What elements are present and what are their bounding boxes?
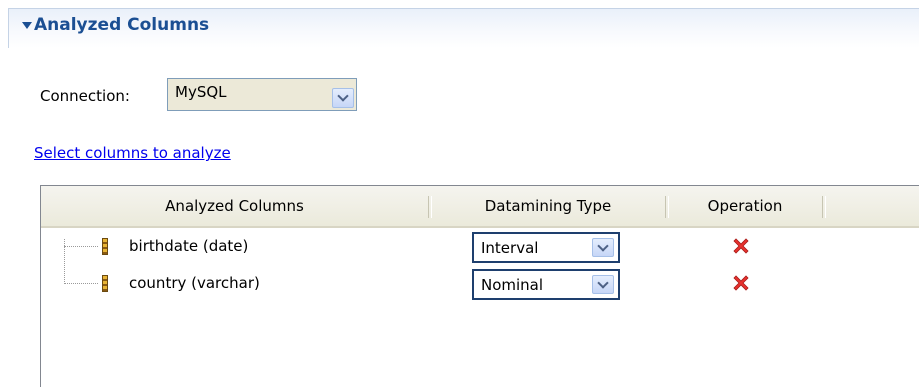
delete-icon[interactable] bbox=[730, 235, 752, 257]
column-name: country (varchar) bbox=[129, 274, 260, 292]
table-header: Analyzed Columns Datamining Type Operati… bbox=[41, 186, 919, 228]
column-header-datamining-type[interactable]: Datamining Type bbox=[431, 186, 665, 226]
column-header-operation[interactable]: Operation bbox=[668, 186, 822, 226]
dropdown-arrow-icon[interactable] bbox=[592, 238, 614, 257]
delete-icon[interactable] bbox=[730, 272, 752, 294]
dropdown-arrow-icon[interactable] bbox=[332, 88, 354, 108]
dropdown-arrow-icon[interactable] bbox=[592, 275, 614, 294]
select-columns-link[interactable]: Select columns to analyze bbox=[34, 144, 231, 162]
column-name: birthdate (date) bbox=[129, 237, 249, 255]
analyzed-columns-table: Analyzed Columns Datamining Type Operati… bbox=[40, 185, 919, 387]
collapse-triangle-icon[interactable] bbox=[22, 22, 32, 29]
datamining-type-value: Nominal bbox=[481, 276, 544, 294]
analysis-editor-page: Analyzed Columns Connection: MySQL Selec… bbox=[0, 0, 919, 387]
table-row[interactable]: country (varchar) Nominal bbox=[41, 269, 919, 300]
table-row[interactable]: birthdate (date) Interval bbox=[41, 232, 919, 263]
connection-dropdown[interactable]: MySQL bbox=[167, 78, 357, 111]
connection-value: MySQL bbox=[175, 83, 227, 101]
database-column-icon bbox=[102, 275, 108, 292]
section-title[interactable]: Analyzed Columns bbox=[34, 15, 209, 35]
datamining-type-dropdown[interactable]: Nominal bbox=[472, 269, 620, 300]
datamining-type-dropdown[interactable]: Interval bbox=[472, 232, 620, 263]
datamining-type-value: Interval bbox=[481, 239, 539, 257]
connection-label: Connection: bbox=[40, 87, 130, 105]
column-header-analyzed-columns[interactable]: Analyzed Columns bbox=[41, 186, 428, 226]
database-column-icon bbox=[102, 238, 108, 255]
column-divider[interactable] bbox=[822, 196, 826, 218]
